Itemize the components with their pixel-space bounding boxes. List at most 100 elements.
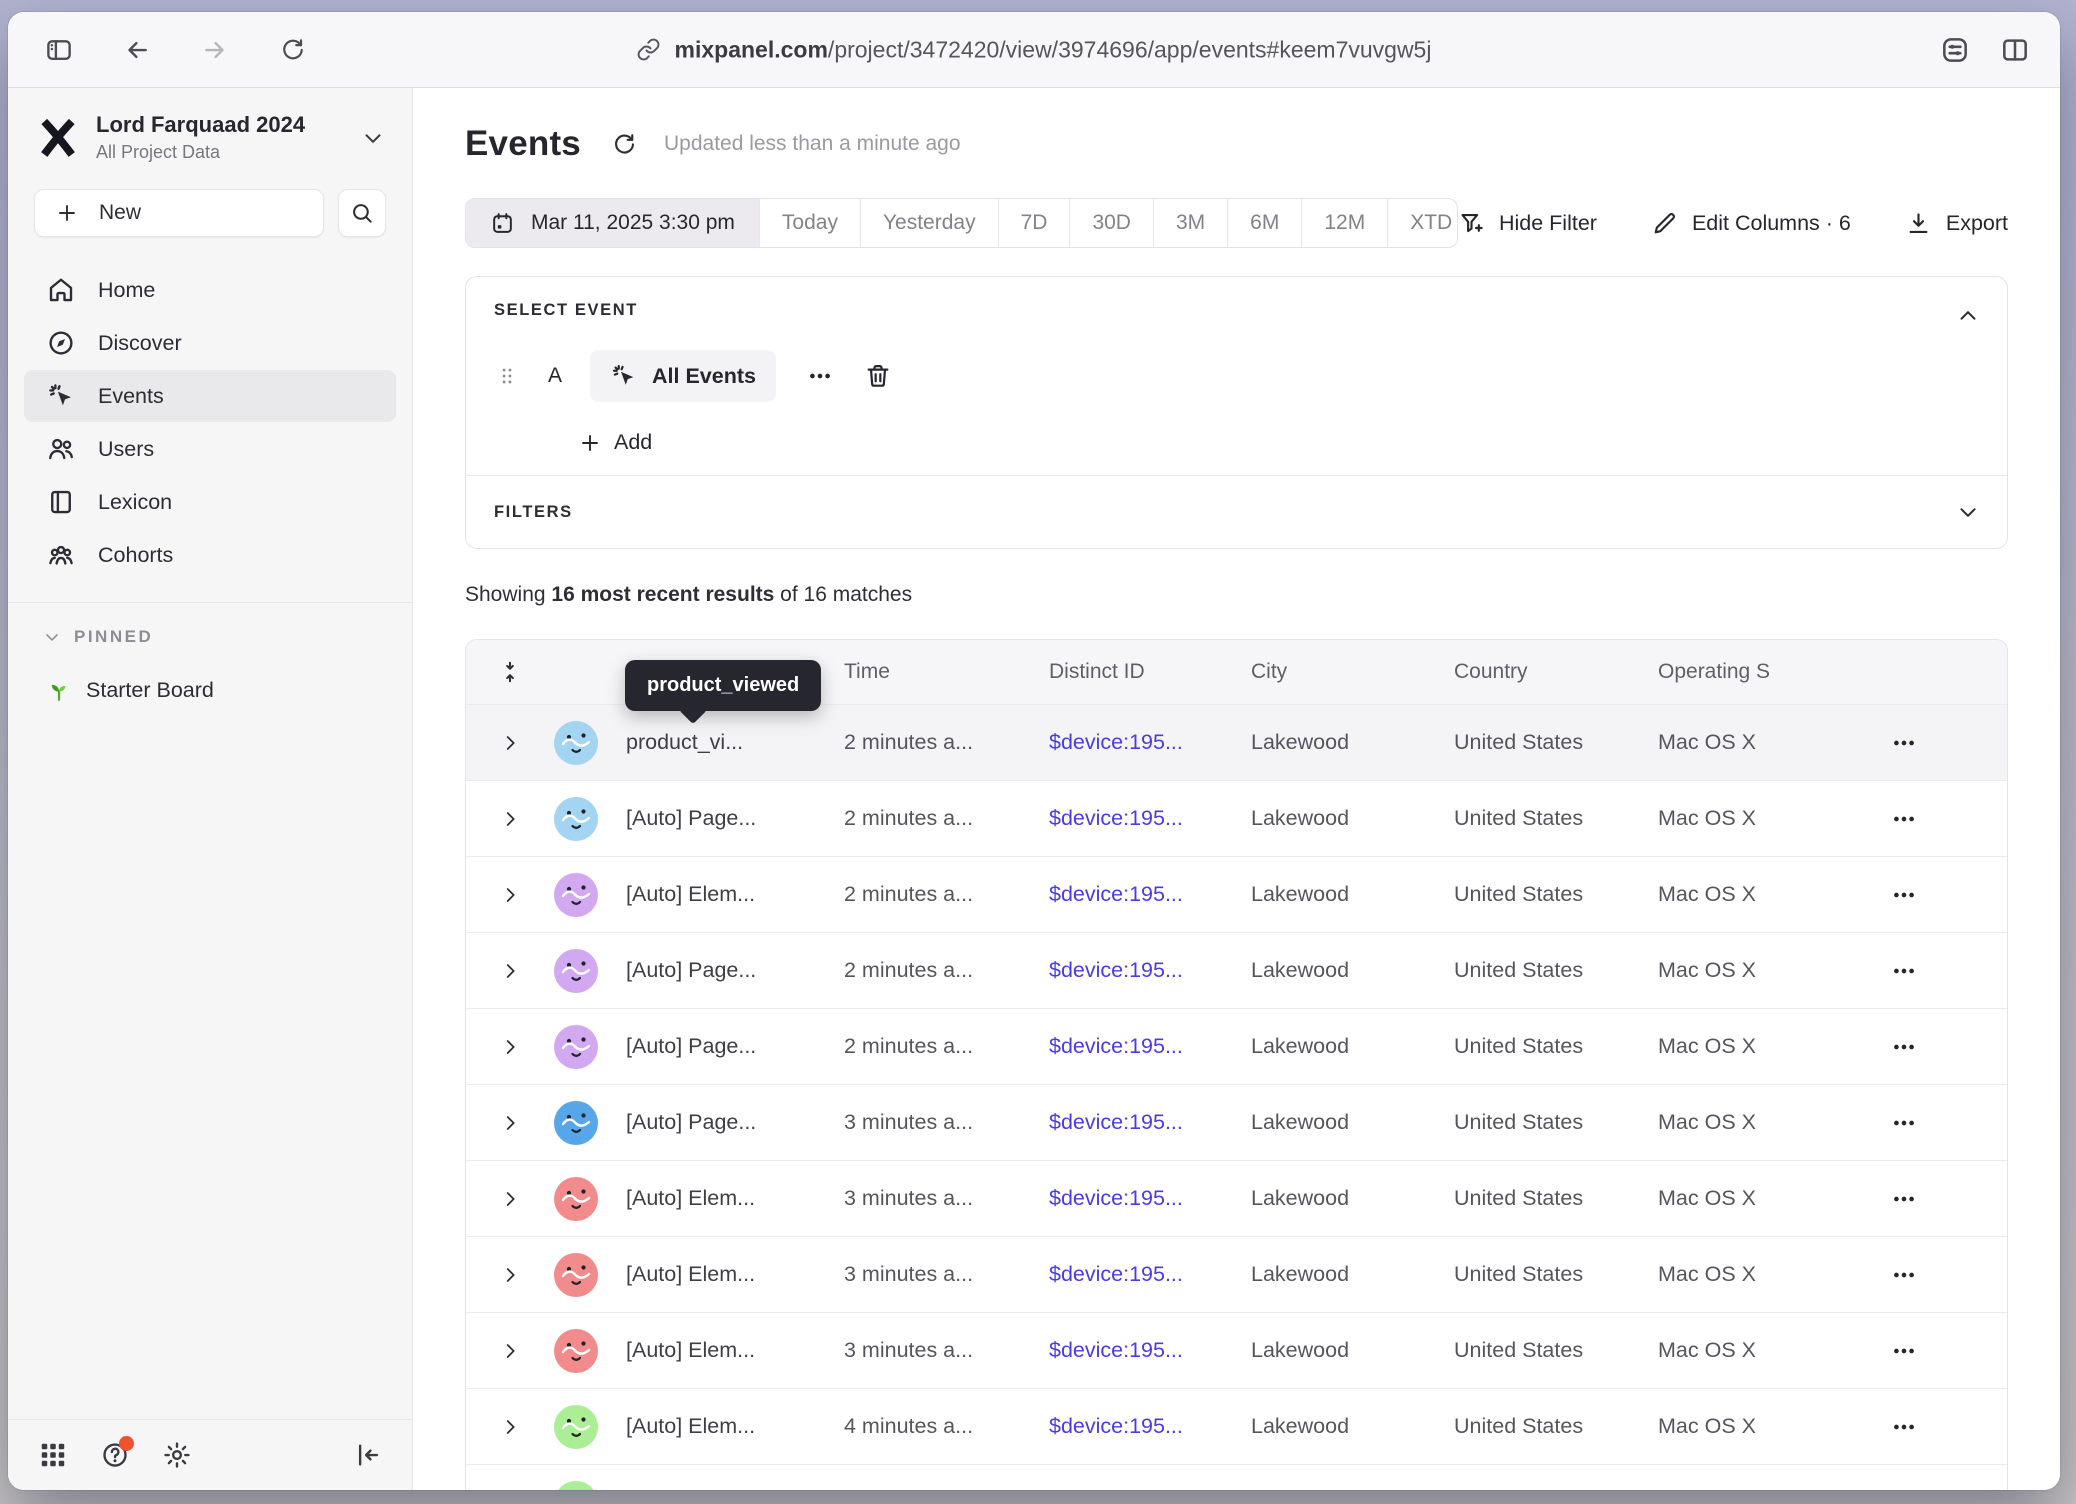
table-row[interactable]: [Auto] Page... 3 minutes a... $device:19… <box>466 1084 2007 1160</box>
event-name-cell[interactable]: [Auto] Elem... <box>626 1262 844 1287</box>
table-row[interactable]: [Auto] Page... 2 minutes a... $device:19… <box>466 1008 2007 1084</box>
hide-filter-button[interactable]: Hide Filter <box>1458 210 1597 237</box>
page-settings-icon[interactable] <box>1938 33 1972 67</box>
event-name-cell[interactable]: [Auto] Page... <box>626 958 844 983</box>
address-bar[interactable]: mixpanel.com/project/3472420/view/397469… <box>637 36 1432 63</box>
sidebar-item-events[interactable]: Events <box>24 370 396 422</box>
drag-handle-icon[interactable] <box>494 363 520 389</box>
chevron-right-icon[interactable] <box>466 1416 554 1438</box>
forward-icon[interactable] <box>198 33 232 67</box>
chevron-right-icon[interactable] <box>466 1264 554 1286</box>
back-icon[interactable] <box>120 33 154 67</box>
sidebar-item-home[interactable]: Home <box>24 264 396 316</box>
row-actions-button[interactable] <box>1856 1337 2007 1365</box>
event-name-cell[interactable]: [Auto] Elem... <box>626 882 844 907</box>
pinned-item-starter-board[interactable]: Starter Board <box>8 647 412 703</box>
event-name-cell[interactable]: [Auto] Page... <box>626 1034 844 1059</box>
date-preset-today[interactable]: Today <box>759 199 860 247</box>
trash-icon[interactable] <box>864 362 892 390</box>
collapse-rows-icon[interactable] <box>466 659 554 685</box>
sidebar-item-lexicon[interactable]: Lexicon <box>24 476 396 528</box>
column-header-time[interactable]: Time <box>844 660 1049 684</box>
distinct-id-link[interactable]: $device:195... <box>1049 730 1251 755</box>
chevron-right-icon[interactable] <box>466 1340 554 1362</box>
table-row[interactable]: [Auto] Elem... 2 minutes a... $device:19… <box>466 856 2007 932</box>
distinct-id-link[interactable]: $device:195... <box>1049 958 1251 983</box>
gear-icon[interactable] <box>162 1440 192 1470</box>
row-actions-button[interactable] <box>1856 805 2007 833</box>
row-actions-button[interactable] <box>1856 957 2007 985</box>
collapse-section-icon[interactable] <box>1955 303 1981 329</box>
search-button[interactable] <box>338 189 386 237</box>
date-preset-yesterday[interactable]: Yesterday <box>860 199 998 247</box>
row-actions-button[interactable] <box>1856 881 2007 909</box>
distinct-id-link[interactable]: $device:195... <box>1049 882 1251 907</box>
chevron-right-icon[interactable] <box>466 1112 554 1134</box>
add-event-button[interactable]: Add <box>578 430 1979 455</box>
chevron-right-icon[interactable] <box>466 960 554 982</box>
table-row[interactable]: [Auto] Page... 2 minutes a... $device:19… <box>466 932 2007 1008</box>
row-actions-button[interactable] <box>1856 1109 2007 1137</box>
distinct-id-link[interactable]: $device:195... <box>1049 1186 1251 1211</box>
column-header-os[interactable]: Operating S <box>1658 660 1856 684</box>
distinct-id-link[interactable]: $device:195... <box>1049 1414 1251 1439</box>
os-cell: Mac OS X <box>1658 1414 1856 1439</box>
event-selector-chip[interactable]: All Events <box>590 350 776 402</box>
distinct-id-link[interactable]: $device:195... <box>1049 1338 1251 1363</box>
updated-status: Updated less than a minute ago <box>664 132 961 156</box>
sidebar-item-cohorts[interactable]: Cohorts <box>24 529 396 581</box>
edit-columns-button[interactable]: Edit Columns · 6 <box>1651 210 1851 237</box>
date-preset-6m[interactable]: 6M <box>1227 199 1301 247</box>
table-row[interactable]: [Auto] Elem... 3 minutes a... $device:19… <box>466 1312 2007 1388</box>
chevron-right-icon[interactable] <box>466 1036 554 1058</box>
date-preset-xtd[interactable]: XTD <box>1387 199 1458 247</box>
pinned-section-header[interactable]: PINNED <box>8 603 412 647</box>
help-icon[interactable] <box>100 1440 130 1470</box>
chevron-right-icon[interactable] <box>466 1188 554 1210</box>
event-name-cell[interactable]: [Auto] Elem... <box>626 1338 844 1363</box>
refresh-icon[interactable] <box>611 131 638 158</box>
export-button[interactable]: Export <box>1905 210 2008 237</box>
date-preset-30d[interactable]: 30D <box>1069 199 1153 247</box>
reload-icon[interactable] <box>276 33 310 67</box>
event-name-cell[interactable]: [Auto] Page... <box>626 1110 844 1135</box>
event-name-cell[interactable]: product_vi... <box>626 730 844 755</box>
distinct-id-link[interactable]: $device:195... <box>1049 1262 1251 1287</box>
column-header-city[interactable]: City <box>1251 660 1454 684</box>
chevron-right-icon[interactable] <box>466 808 554 830</box>
project-switcher[interactable]: Lord Farquaad 2024 All Project Data <box>8 88 412 173</box>
event-name-cell[interactable]: [Auto] Elem... <box>626 1414 844 1439</box>
sidebar-item-discover[interactable]: Discover <box>24 317 396 369</box>
table-row[interactable]: [Auto] Page... 2 minutes a... $device:19… <box>466 780 2007 856</box>
chevron-right-icon[interactable] <box>466 884 554 906</box>
collapse-sidebar-icon[interactable] <box>352 1440 382 1470</box>
event-name-cell[interactable]: [Auto] Elem... <box>626 1186 844 1211</box>
column-header-distinct-id[interactable]: Distinct ID <box>1049 660 1251 684</box>
date-preset-3m[interactable]: 3M <box>1153 199 1227 247</box>
table-row[interactable]: [Auto] Elem... 3 minutes a... $device:19… <box>466 1160 2007 1236</box>
sidebar-toggle-icon[interactable] <box>42 33 76 67</box>
event-row-more-icon[interactable] <box>800 362 840 390</box>
expand-filters-icon[interactable] <box>1955 499 1981 525</box>
column-header-country[interactable]: Country <box>1454 660 1658 684</box>
table-row[interactable]: [Auto] Elem... 3 minutes a... $device:19… <box>466 1236 2007 1312</box>
table-row[interactable] <box>466 1464 2007 1490</box>
row-actions-button[interactable] <box>1856 729 2007 757</box>
distinct-id-link[interactable]: $device:195... <box>1049 1034 1251 1059</box>
date-preset-12m[interactable]: 12M <box>1301 199 1387 247</box>
row-actions-button[interactable] <box>1856 1033 2007 1061</box>
apps-grid-icon[interactable] <box>38 1440 68 1470</box>
distinct-id-link[interactable]: $device:195... <box>1049 1110 1251 1135</box>
date-preset-7d[interactable]: 7D <box>998 199 1070 247</box>
row-actions-button[interactable] <box>1856 1185 2007 1213</box>
row-actions-button[interactable] <box>1856 1261 2007 1289</box>
table-row[interactable]: [Auto] Elem... 4 minutes a... $device:19… <box>466 1388 2007 1464</box>
sidebar-item-users[interactable]: Users <box>24 423 396 475</box>
distinct-id-link[interactable]: $device:195... <box>1049 806 1251 831</box>
new-button[interactable]: New <box>34 189 324 237</box>
row-actions-button[interactable] <box>1856 1413 2007 1441</box>
split-view-icon[interactable] <box>1998 33 2032 67</box>
date-range-current[interactable]: Mar 11, 2025 3:30 pm <box>466 199 759 247</box>
chevron-right-icon[interactable] <box>466 732 554 754</box>
event-name-cell[interactable]: [Auto] Page... <box>626 806 844 831</box>
